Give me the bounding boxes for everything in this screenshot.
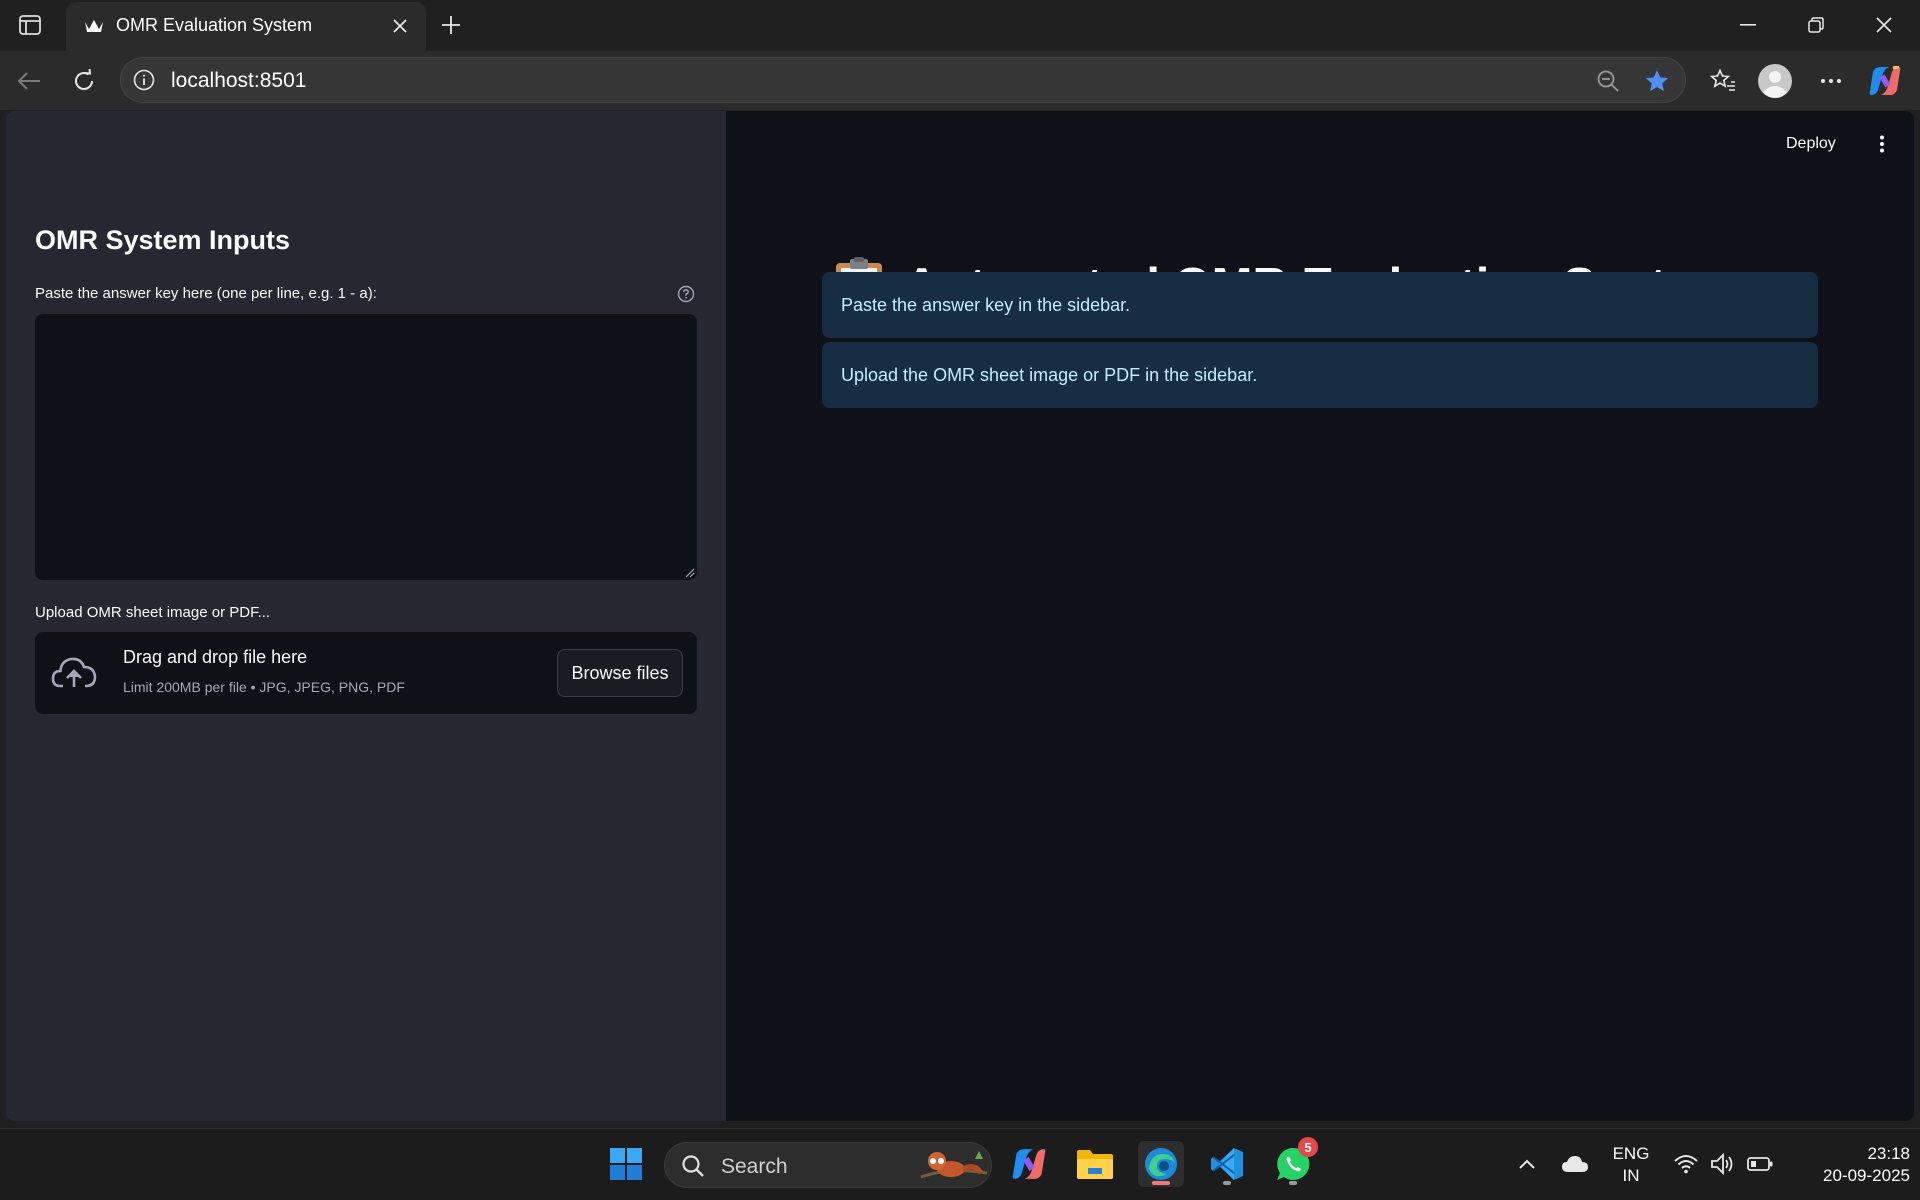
browser-tab-active[interactable]: OMR Evaluation System xyxy=(66,2,426,51)
dropzone-instructions: Drag and drop file here xyxy=(123,647,308,667)
edge-browser-icon[interactable] xyxy=(1138,1141,1184,1187)
taskbar-search[interactable]: Search xyxy=(664,1142,992,1188)
resize-handle-icon[interactable] xyxy=(683,566,695,578)
battery-icon[interactable] xyxy=(1740,1141,1780,1187)
search-icon xyxy=(681,1154,705,1178)
browser-toolbar: localhost:8501 xyxy=(0,51,1920,110)
alert-text: Upload the OMR sheet image or PDF in the… xyxy=(841,365,1258,385)
favorite-star-icon[interactable] xyxy=(1643,67,1671,95)
back-arrow-icon[interactable] xyxy=(13,65,45,97)
copilot-app-icon[interactable] xyxy=(1006,1141,1052,1187)
address-bar[interactable]: localhost:8501 xyxy=(120,57,1686,103)
upload-label: Upload OMR sheet image or PDF... xyxy=(35,604,271,621)
deploy-button[interactable]: Deploy xyxy=(1786,135,1836,153)
browse-files-button[interactable]: Browse files xyxy=(557,649,683,697)
windows-taskbar: Search 5 ENG IN 23:18 20-09-2025 xyxy=(0,1128,1920,1200)
volume-icon[interactable] xyxy=(1704,1141,1740,1187)
answer-key-textarea[interactable] xyxy=(35,314,697,580)
page-viewport: OMR System Inputs Paste the answer key h… xyxy=(6,111,1914,1121)
browser-titlebar: OMR Evaluation System xyxy=(0,0,1920,51)
profile-avatar[interactable] xyxy=(1758,64,1792,98)
clock-time: 23:18 xyxy=(1867,1144,1910,1163)
main-menu-icon[interactable] xyxy=(1870,131,1894,157)
active-app-indicator xyxy=(1152,1181,1170,1185)
tab-title: OMR Evaluation System xyxy=(116,15,313,35)
info-alert-upload: Upload the OMR sheet image or PDF in the… xyxy=(822,342,1818,408)
tab-actions-icon[interactable] xyxy=(12,10,48,40)
help-icon[interactable] xyxy=(676,284,696,304)
refresh-icon[interactable] xyxy=(68,65,100,97)
file-dropzone[interactable]: Drag and drop file here Limit 200MB per … xyxy=(35,632,697,714)
running-app-indicator xyxy=(1223,1181,1231,1185)
system-clock[interactable]: 23:18 20-09-2025 xyxy=(1790,1143,1910,1187)
file-explorer-icon[interactable] xyxy=(1072,1141,1118,1187)
site-info-icon[interactable] xyxy=(133,69,155,91)
region-code: IN xyxy=(1622,1166,1640,1185)
notification-badge: 5 xyxy=(1298,1137,1318,1157)
vscode-icon[interactable] xyxy=(1204,1141,1250,1187)
copilot-icon[interactable] xyxy=(1868,64,1902,98)
zoom-out-icon[interactable] xyxy=(1595,68,1621,94)
sidebar: OMR System Inputs Paste the answer key h… xyxy=(6,111,726,1121)
language-code: ENG xyxy=(1612,1144,1650,1163)
new-tab-icon[interactable] xyxy=(436,10,466,40)
chevron-up-icon[interactable] xyxy=(1504,1141,1550,1187)
favorites-icon[interactable] xyxy=(1706,64,1740,98)
close-window-icon[interactable] xyxy=(1864,10,1904,40)
dropzone-limits: Limit 200MB per file • JPG, JPEG, PNG, P… xyxy=(123,679,405,695)
cloud-upload-icon xyxy=(51,652,97,692)
minimize-icon[interactable] xyxy=(1728,10,1768,40)
url-text: localhost:8501 xyxy=(171,69,307,92)
running-app-indicator xyxy=(1289,1181,1297,1185)
red-panda-search-highlight-icon xyxy=(920,1151,988,1179)
info-alert-answer-key: Paste the answer key in the sidebar. xyxy=(822,272,1818,338)
alert-text: Paste the answer key in the sidebar. xyxy=(841,295,1131,315)
language-indicator: ENG IN xyxy=(1606,1143,1656,1187)
streamlit-crown-icon xyxy=(84,16,104,36)
answer-key-label: Paste the answer key here (one per line,… xyxy=(35,285,377,302)
onedrive-cloud-icon[interactable] xyxy=(1552,1141,1598,1187)
wifi-icon[interactable] xyxy=(1666,1141,1706,1187)
restore-icon[interactable] xyxy=(1796,10,1836,40)
start-windows-icon[interactable] xyxy=(603,1141,649,1187)
more-options-icon[interactable] xyxy=(1814,64,1848,98)
clock-date: 20-09-2025 xyxy=(1823,1166,1910,1185)
sidebar-title: OMR System Inputs xyxy=(35,225,291,255)
search-label: Search xyxy=(721,1155,788,1178)
close-tab-icon[interactable] xyxy=(388,14,412,38)
whatsapp-icon[interactable]: 5 xyxy=(1270,1137,1318,1187)
